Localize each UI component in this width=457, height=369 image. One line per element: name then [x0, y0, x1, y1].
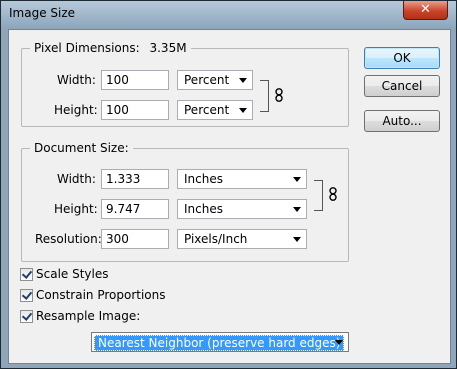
- doc-width-unit-select[interactable]: Inches: [177, 169, 307, 189]
- constrain-proportions-checkbox[interactable]: [20, 289, 33, 302]
- resolution-unit-value: Pixels/Inch: [184, 232, 248, 246]
- chain-link-icon: [275, 88, 283, 102]
- scale-styles-checkbox[interactable]: [20, 268, 33, 281]
- doc-width-label: Width:: [57, 172, 96, 186]
- constrain-proportions-label[interactable]: Constrain Proportions: [36, 288, 166, 302]
- dialog-title: Image Size: [9, 6, 76, 20]
- resample-method-value: Nearest Neighbor (preserve hard edges): [94, 335, 345, 351]
- doc-height-input[interactable]: 9.747: [101, 199, 169, 219]
- resample-image-checkbox[interactable]: [20, 310, 33, 323]
- image-size-dialog: Image Size ✕ Pixel Dimensions: 3.35M Wid…: [0, 0, 457, 369]
- doc-width-input[interactable]: 1.333: [101, 169, 169, 189]
- chevron-down-icon: [335, 340, 343, 345]
- doc-height-unit-select[interactable]: Inches: [177, 199, 307, 219]
- pixel-height-unit-value: Percent: [184, 103, 230, 117]
- doc-link-bracket: [314, 180, 323, 211]
- pixel-width-unit-value: Percent: [184, 73, 230, 87]
- chevron-down-icon: [293, 237, 301, 242]
- title-bar[interactable]: Image Size ✕: [1, 1, 456, 27]
- pixel-height-input[interactable]: 100: [101, 100, 169, 120]
- pixel-height-unit-select[interactable]: Percent: [177, 100, 253, 120]
- chevron-down-icon: [239, 78, 247, 83]
- pixel-dimensions-label: Pixel Dimensions:: [34, 41, 140, 55]
- chevron-down-icon: [293, 207, 301, 212]
- close-button[interactable]: ✕: [403, 1, 448, 20]
- pixel-width-unit-select[interactable]: Percent: [177, 70, 253, 90]
- resample-image-label[interactable]: Resample Image:: [36, 309, 140, 323]
- pixel-height-label: Height:: [54, 103, 98, 117]
- resolution-unit-select[interactable]: Pixels/Inch: [177, 229, 307, 249]
- cancel-button[interactable]: Cancel: [364, 75, 440, 97]
- chevron-down-icon: [239, 108, 247, 113]
- pixel-width-input[interactable]: 100: [101, 70, 169, 90]
- pixel-link-bracket: [260, 80, 269, 112]
- doc-height-unit-value: Inches: [184, 202, 223, 216]
- doc-height-label: Height:: [54, 202, 98, 216]
- pixel-dimensions-size: 3.35M: [149, 41, 187, 55]
- chevron-down-icon: [293, 177, 301, 182]
- auto-button[interactable]: Auto...: [364, 110, 440, 132]
- doc-width-unit-value: Inches: [184, 172, 223, 186]
- ok-button[interactable]: OK: [364, 47, 440, 69]
- pixel-dimensions-legend: Pixel Dimensions: 3.35M: [30, 41, 191, 55]
- pixel-width-label: Width:: [57, 73, 96, 87]
- scale-styles-label[interactable]: Scale Styles: [36, 267, 109, 281]
- resample-method-select[interactable]: Nearest Neighbor (preserve hard edges): [91, 332, 349, 352]
- chain-link-icon: [329, 187, 337, 201]
- resolution-label: Resolution:: [35, 232, 102, 246]
- resolution-input[interactable]: 300: [101, 229, 169, 249]
- dialog-body: Pixel Dimensions: 3.35M Width: 100 Perce…: [8, 29, 451, 364]
- document-size-legend: Document Size:: [30, 141, 133, 155]
